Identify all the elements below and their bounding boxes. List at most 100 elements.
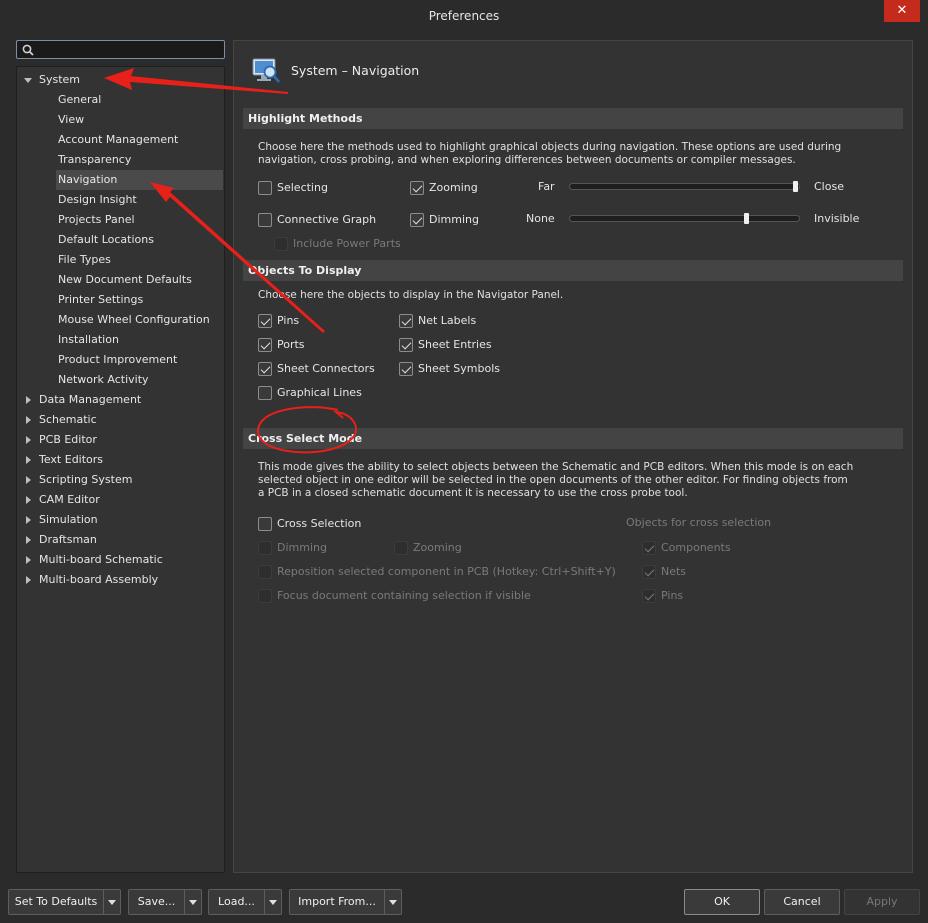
tree-item-schematic[interactable]: Schematic xyxy=(39,410,97,430)
search-input[interactable] xyxy=(16,40,225,59)
collapsed-arrow-icon[interactable] xyxy=(26,556,31,564)
tree-item-text-editors[interactable]: Text Editors xyxy=(39,450,103,470)
objects-for-cross-selection-label: Objects for cross selection xyxy=(626,516,772,529)
reposition-component-checkbox[interactable] xyxy=(258,565,272,579)
search-icon xyxy=(22,44,34,56)
import-from-label: Import From... xyxy=(298,895,376,908)
pins-checkbox[interactable] xyxy=(258,314,272,328)
collapsed-arrow-icon[interactable] xyxy=(26,456,31,464)
chevron-down-icon[interactable] xyxy=(384,890,401,914)
tree-item-network-activity[interactable]: Network Activity xyxy=(58,370,149,390)
tree-item-multi-board-schematic[interactable]: Multi-board Schematic xyxy=(39,550,163,570)
cross-selection-label: Cross Selection xyxy=(277,517,362,530)
collapsed-arrow-icon[interactable] xyxy=(26,396,31,404)
include-power-parts-label: Include Power Parts xyxy=(293,237,401,250)
connective-graph-label: Connective Graph xyxy=(277,213,377,226)
tree-item-scripting-system[interactable]: Scripting System xyxy=(39,470,132,490)
cross-select-mode-header: Cross Select Mode xyxy=(243,428,903,449)
zoom-slider-thumb[interactable] xyxy=(793,181,798,192)
set-to-defaults-button[interactable]: Set To Defaults xyxy=(8,889,121,915)
apply-button[interactable]: Apply xyxy=(844,889,920,915)
tree-item-account-management[interactable]: Account Management xyxy=(58,130,178,150)
tree-item-new-document-defaults[interactable]: New Document Defaults xyxy=(58,270,192,290)
collapsed-arrow-icon[interactable] xyxy=(26,576,31,584)
dim-invisible-label: Invisible xyxy=(814,212,860,225)
zooming-checkbox[interactable] xyxy=(410,181,424,195)
ok-button[interactable]: OK xyxy=(684,889,760,915)
cross-pins-checkbox[interactable] xyxy=(642,589,656,603)
cross-selection-checkbox[interactable] xyxy=(258,517,272,531)
reposition-component-label: Reposition selected component in PCB (Ho… xyxy=(277,565,616,578)
highlight-description-line2: navigation, cross probing, and when expl… xyxy=(258,154,796,166)
collapsed-arrow-icon[interactable] xyxy=(26,436,31,444)
sheet-symbols-checkbox[interactable] xyxy=(399,362,413,376)
cross-components-checkbox[interactable] xyxy=(642,541,656,555)
cross-zooming-checkbox[interactable] xyxy=(394,541,408,555)
load-button[interactable]: Load... xyxy=(208,889,282,915)
sheet-connectors-label: Sheet Connectors xyxy=(277,362,375,375)
collapsed-arrow-icon[interactable] xyxy=(26,516,31,524)
set-to-defaults-label: Set To Defaults xyxy=(14,895,98,908)
chevron-down-icon[interactable] xyxy=(103,890,120,914)
tree-item-product-improvement[interactable]: Product Improvement xyxy=(58,350,177,370)
ports-label: Ports xyxy=(277,338,305,351)
tree-item-mouse-wheel-configuration[interactable]: Mouse Wheel Configuration xyxy=(58,310,210,330)
connective-graph-checkbox[interactable] xyxy=(258,213,272,227)
tree-item-view[interactable]: View xyxy=(58,110,84,130)
tree-item-general[interactable]: General xyxy=(58,90,101,110)
cross-description-line3: a PCB in a closed schematic document it … xyxy=(258,487,688,499)
sheet-entries-checkbox[interactable] xyxy=(399,338,413,352)
tree-item-draftsman[interactable]: Draftsman xyxy=(39,530,97,550)
include-power-parts-checkbox[interactable] xyxy=(274,237,288,251)
cross-nets-checkbox[interactable] xyxy=(642,565,656,579)
title-bar: Preferences xyxy=(0,0,928,32)
dim-level-slider[interactable] xyxy=(569,215,800,222)
tree-item-transparency[interactable]: Transparency xyxy=(58,150,131,170)
close-button[interactable]: ✕ xyxy=(884,0,920,22)
cancel-button[interactable]: Cancel xyxy=(764,889,840,915)
tree-item-simulation[interactable]: Simulation xyxy=(39,510,98,530)
collapsed-arrow-icon[interactable] xyxy=(26,496,31,504)
import-from-button[interactable]: Import From... xyxy=(289,889,402,915)
tree-item-design-insight[interactable]: Design Insight xyxy=(58,190,137,210)
dimming-label: Dimming xyxy=(429,213,479,226)
save-button[interactable]: Save... xyxy=(128,889,202,915)
graphical-lines-checkbox[interactable] xyxy=(258,386,272,400)
objects-description: Choose here the objects to display in th… xyxy=(258,289,564,301)
chevron-down-icon[interactable] xyxy=(184,890,201,914)
selecting-checkbox[interactable] xyxy=(258,181,272,195)
collapsed-arrow-icon[interactable] xyxy=(26,416,31,424)
tree-item-navigation[interactable]: Navigation xyxy=(56,170,223,190)
highlight-description-line1: Choose here the methods used to highligh… xyxy=(258,141,842,153)
dimming-checkbox[interactable] xyxy=(410,213,424,227)
expanded-arrow-icon[interactable] xyxy=(24,78,32,83)
collapsed-arrow-icon[interactable] xyxy=(26,476,31,484)
cross-dimming-checkbox[interactable] xyxy=(258,541,272,555)
close-icon: ✕ xyxy=(896,3,908,18)
focus-document-checkbox[interactable] xyxy=(258,589,272,603)
collapsed-arrow-icon[interactable] xyxy=(26,536,31,544)
tree-item-pcb-editor[interactable]: PCB Editor xyxy=(39,430,97,450)
tree-item-file-types[interactable]: File Types xyxy=(58,250,111,270)
tree-item-data-management[interactable]: Data Management xyxy=(39,390,141,410)
ports-checkbox[interactable] xyxy=(258,338,272,352)
tree-item-multi-board-assembly[interactable]: Multi-board Assembly xyxy=(39,570,158,590)
net-labels-label: Net Labels xyxy=(418,314,477,327)
highlight-methods-header: Highlight Methods xyxy=(243,108,903,129)
tree-item-installation[interactable]: Installation xyxy=(58,330,119,350)
dim-slider-thumb[interactable] xyxy=(744,213,750,224)
net-labels-checkbox[interactable] xyxy=(399,314,413,328)
save-label: Save... xyxy=(137,895,176,908)
chevron-down-icon[interactable] xyxy=(264,890,281,914)
tree-item-projects-panel[interactable]: Projects Panel xyxy=(58,210,135,230)
sheet-connectors-checkbox[interactable] xyxy=(258,362,272,376)
cross-description-line1: This mode gives the ability to select ob… xyxy=(258,461,854,473)
tree-item-default-locations[interactable]: Default Locations xyxy=(58,230,154,250)
tree-item-cam-editor[interactable]: CAM Editor xyxy=(39,490,100,510)
sheet-symbols-label: Sheet Symbols xyxy=(418,362,501,375)
tree-item-system[interactable]: System xyxy=(39,70,80,90)
apply-label: Apply xyxy=(866,895,898,908)
tree-item-printer-settings[interactable]: Printer Settings xyxy=(58,290,143,310)
cross-dimming-label: Dimming xyxy=(277,541,327,554)
zoom-level-slider[interactable] xyxy=(569,183,800,190)
